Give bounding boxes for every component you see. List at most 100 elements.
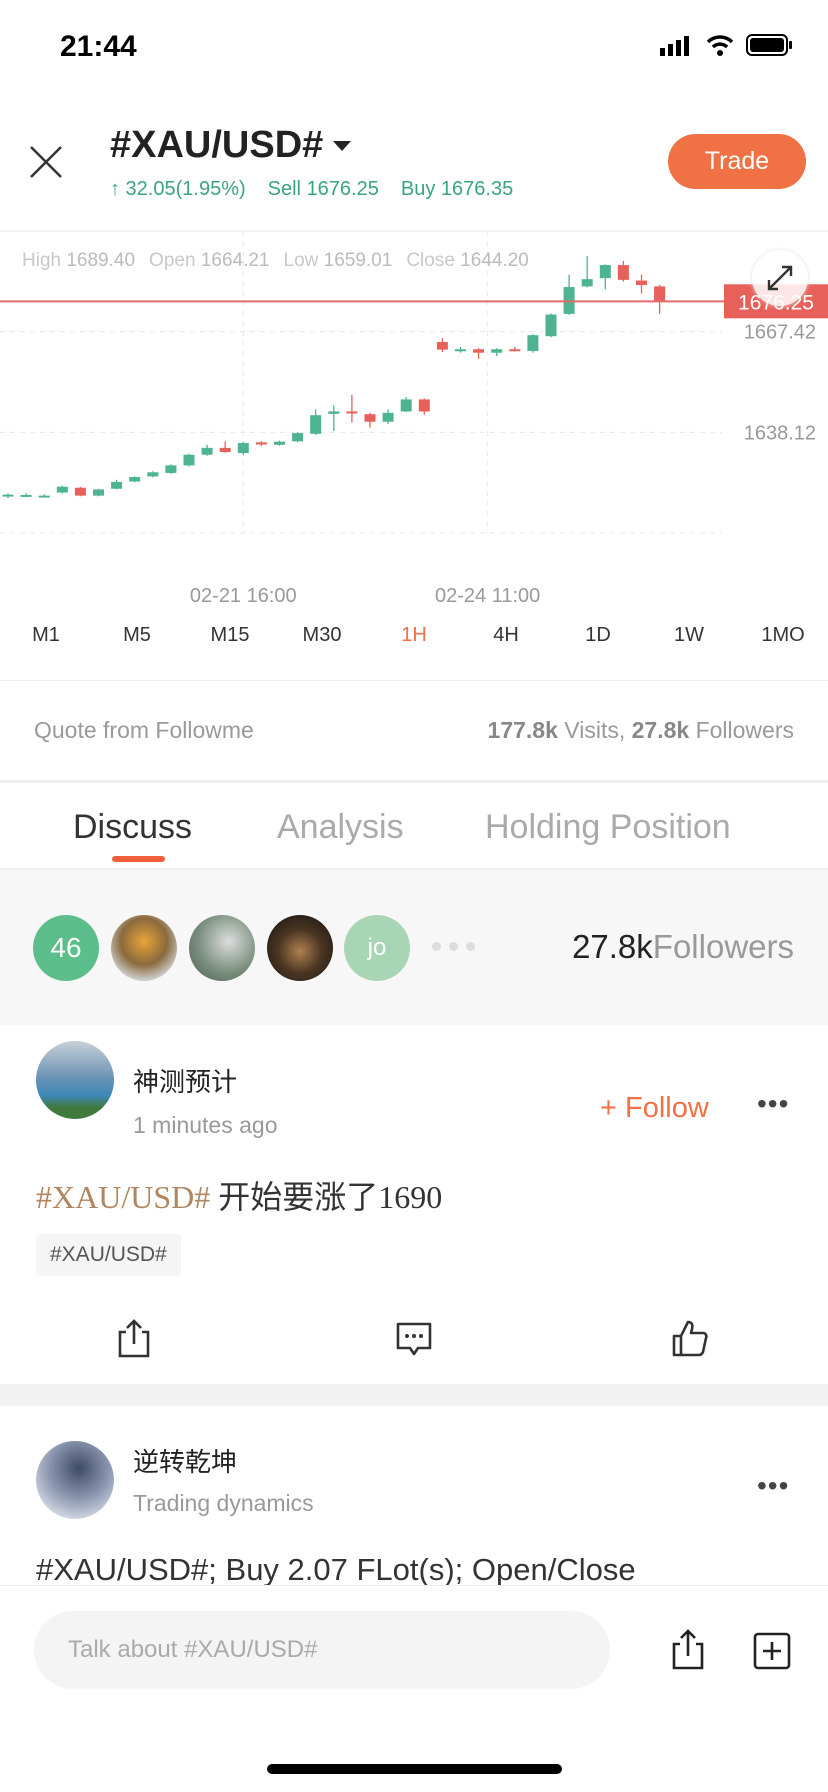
wifi-icon bbox=[706, 35, 734, 56]
candle-body bbox=[183, 454, 195, 466]
candle-body bbox=[111, 481, 123, 489]
timeframe-4h[interactable]: 4H bbox=[493, 624, 519, 647]
sell-price: 1676.25 bbox=[306, 178, 379, 200]
followers-strip[interactable]: 46 jo 27.8kFollowers bbox=[0, 870, 828, 1025]
candle-body bbox=[38, 495, 50, 498]
tab-analysis[interactable]: Analysis bbox=[277, 808, 404, 847]
add-post-icon[interactable] bbox=[753, 1632, 791, 1670]
fullscreen-button[interactable] bbox=[752, 250, 808, 306]
candle-body bbox=[581, 279, 593, 287]
candle-body bbox=[346, 411, 358, 414]
low-label: Low bbox=[283, 250, 319, 271]
tab-holding-position[interactable]: Holding Position bbox=[485, 808, 731, 847]
post-timestamp: 1 minutes ago bbox=[133, 1112, 278, 1138]
follower-avatar bbox=[111, 915, 177, 981]
symbol-title: #XAU/USD# bbox=[110, 124, 324, 166]
post-author-avatar[interactable] bbox=[36, 1041, 114, 1119]
candle-body bbox=[237, 443, 249, 454]
battery-icon bbox=[746, 34, 792, 56]
timeframe-1h[interactable]: 1H bbox=[401, 624, 427, 647]
timeframe-m1[interactable]: M1 bbox=[32, 624, 60, 647]
x-tick-label: 02-24 11:00 bbox=[435, 585, 540, 607]
close-label: Close bbox=[406, 250, 455, 271]
share-icon[interactable] bbox=[116, 1318, 152, 1358]
y-tick-label: 1638.12 bbox=[744, 422, 816, 444]
close-value: 1644.20 bbox=[460, 250, 529, 271]
candle-body bbox=[201, 447, 213, 455]
signal-icon bbox=[660, 36, 689, 56]
candle-body bbox=[2, 494, 14, 497]
buy-label: Buy bbox=[400, 178, 436, 200]
timeframe-1w[interactable]: 1W bbox=[674, 624, 704, 647]
share-icon[interactable] bbox=[670, 1628, 706, 1670]
candle-body bbox=[364, 414, 376, 422]
follower-avatar-initials: jo bbox=[344, 915, 410, 981]
post-author-avatar[interactable] bbox=[36, 1441, 114, 1519]
timeframe-1d[interactable]: 1D bbox=[585, 624, 611, 647]
post-separator bbox=[0, 1384, 828, 1406]
trade-button[interactable]: Trade bbox=[668, 134, 806, 189]
home-indicator bbox=[267, 1764, 562, 1774]
high-label: High bbox=[22, 250, 62, 271]
timeframe-m15[interactable]: M15 bbox=[211, 624, 250, 647]
candle-body bbox=[147, 472, 159, 477]
symbol-selector[interactable]: #XAU/USD# bbox=[110, 124, 352, 167]
post-author-name[interactable]: 神测预计 bbox=[133, 1062, 237, 1099]
followers-count: 27.8k bbox=[631, 717, 690, 743]
more-dots-icon bbox=[432, 942, 475, 951]
post-subtitle: Trading dynamics bbox=[133, 1490, 314, 1516]
timeframe-m5[interactable]: M5 bbox=[123, 624, 151, 647]
candle-body bbox=[56, 486, 68, 493]
expand-icon bbox=[767, 265, 793, 291]
followers-label: Followers bbox=[689, 717, 794, 743]
quote-stats: 177.8k Visits, 27.8k Followers bbox=[488, 717, 794, 744]
candle-body bbox=[654, 286, 666, 302]
post-content: #XAU/USD# 开始要涨了1690 bbox=[36, 1172, 442, 1218]
candle-body bbox=[219, 447, 231, 452]
sell-label: Sell bbox=[267, 178, 301, 200]
post-body: 开始要涨了1690 bbox=[210, 1179, 443, 1215]
comment-icon[interactable] bbox=[394, 1320, 434, 1358]
status-time: 21:44 bbox=[60, 30, 137, 63]
talk-input[interactable]: Talk about #XAU/USD# bbox=[34, 1611, 610, 1689]
timeframe-1mo[interactable]: 1MO bbox=[761, 624, 804, 647]
candle-body bbox=[473, 349, 485, 353]
follower-avatar bbox=[267, 915, 333, 981]
candle-body bbox=[509, 349, 521, 352]
candlestick-chart[interactable]: 02-21 16:0002-24 11:001667.421638.121676… bbox=[0, 230, 828, 640]
price-summary: ↑ 32.05(1.95%) Sell 1676.25 Buy 1676.35 bbox=[110, 178, 513, 201]
candle-body bbox=[274, 441, 285, 445]
like-icon[interactable] bbox=[670, 1318, 710, 1358]
high-value: 1689.40 bbox=[66, 250, 136, 271]
quote-info: Quote from Followme 177.8k Visits, 27.8k… bbox=[0, 680, 828, 783]
timeframe-m30[interactable]: M30 bbox=[303, 624, 342, 647]
post-author-name[interactable]: 逆转乾坤 bbox=[133, 1442, 237, 1479]
follow-button[interactable]: + Follow bbox=[600, 1092, 709, 1125]
tab-discuss[interactable]: Discuss bbox=[73, 808, 192, 847]
followers-total-value: 27.8k bbox=[572, 928, 653, 965]
candle-body bbox=[436, 342, 448, 350]
post-hashtag-link[interactable]: #XAU/USD# bbox=[36, 1179, 210, 1215]
status-icons bbox=[660, 34, 792, 56]
candle-body bbox=[400, 399, 412, 412]
candle-body bbox=[93, 489, 104, 496]
post-more-icon[interactable]: ••• bbox=[757, 1088, 789, 1120]
ohlc-readout: High 1689.40 Open 1664.21 Low 1659.01 Cl… bbox=[22, 250, 529, 272]
candle-body bbox=[599, 265, 611, 279]
candle-body bbox=[255, 442, 267, 445]
post-tag-chip[interactable]: #XAU/USD# bbox=[36, 1234, 181, 1276]
active-tab-indicator bbox=[112, 856, 165, 862]
close-icon[interactable] bbox=[26, 142, 66, 182]
tab-bar: Discuss Analysis Holding Position bbox=[0, 786, 828, 870]
candle-body bbox=[129, 477, 141, 482]
visits-label: Visits, bbox=[557, 717, 632, 743]
post-more-icon[interactable]: ••• bbox=[757, 1470, 789, 1502]
candle-body bbox=[617, 265, 629, 280]
quote-source: Quote from Followme bbox=[34, 717, 254, 743]
candle-body bbox=[636, 280, 647, 286]
caret-down-icon bbox=[333, 140, 352, 151]
visits-count: 177.8k bbox=[487, 717, 558, 743]
candle-body bbox=[382, 412, 394, 422]
follower-count-badge: 46 bbox=[33, 915, 99, 981]
post-content: #XAU/USD#; Buy 2.07 FLot(s); Open/Close bbox=[36, 1552, 636, 1587]
